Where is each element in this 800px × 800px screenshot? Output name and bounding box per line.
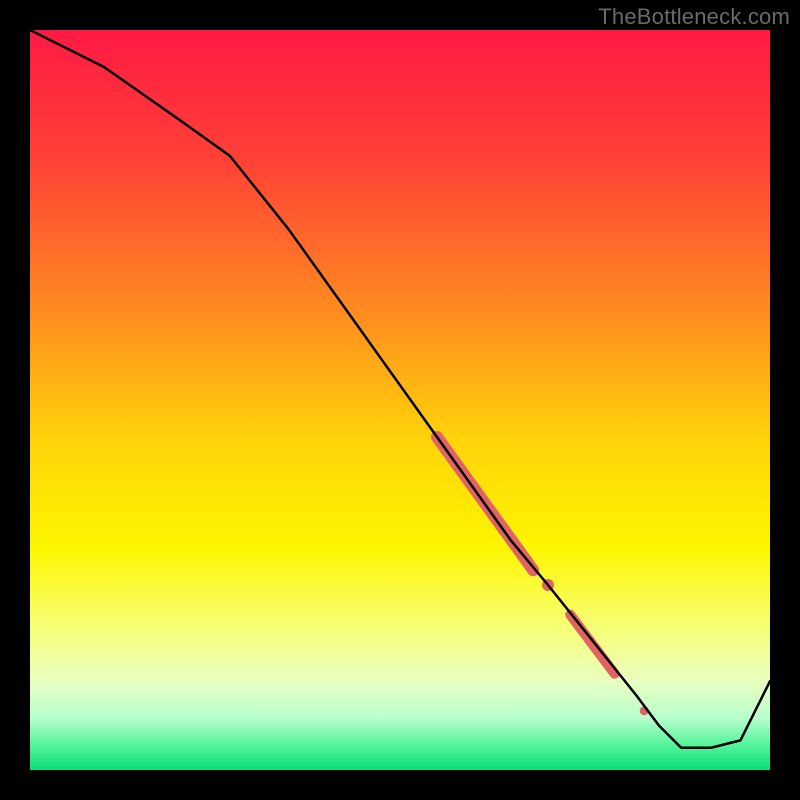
chart-container: TheBottleneck.com [0, 0, 800, 800]
gradient-background [30, 30, 770, 770]
watermark-text: TheBottleneck.com [598, 4, 790, 30]
plot-area [30, 30, 770, 770]
chart-svg [30, 30, 770, 770]
